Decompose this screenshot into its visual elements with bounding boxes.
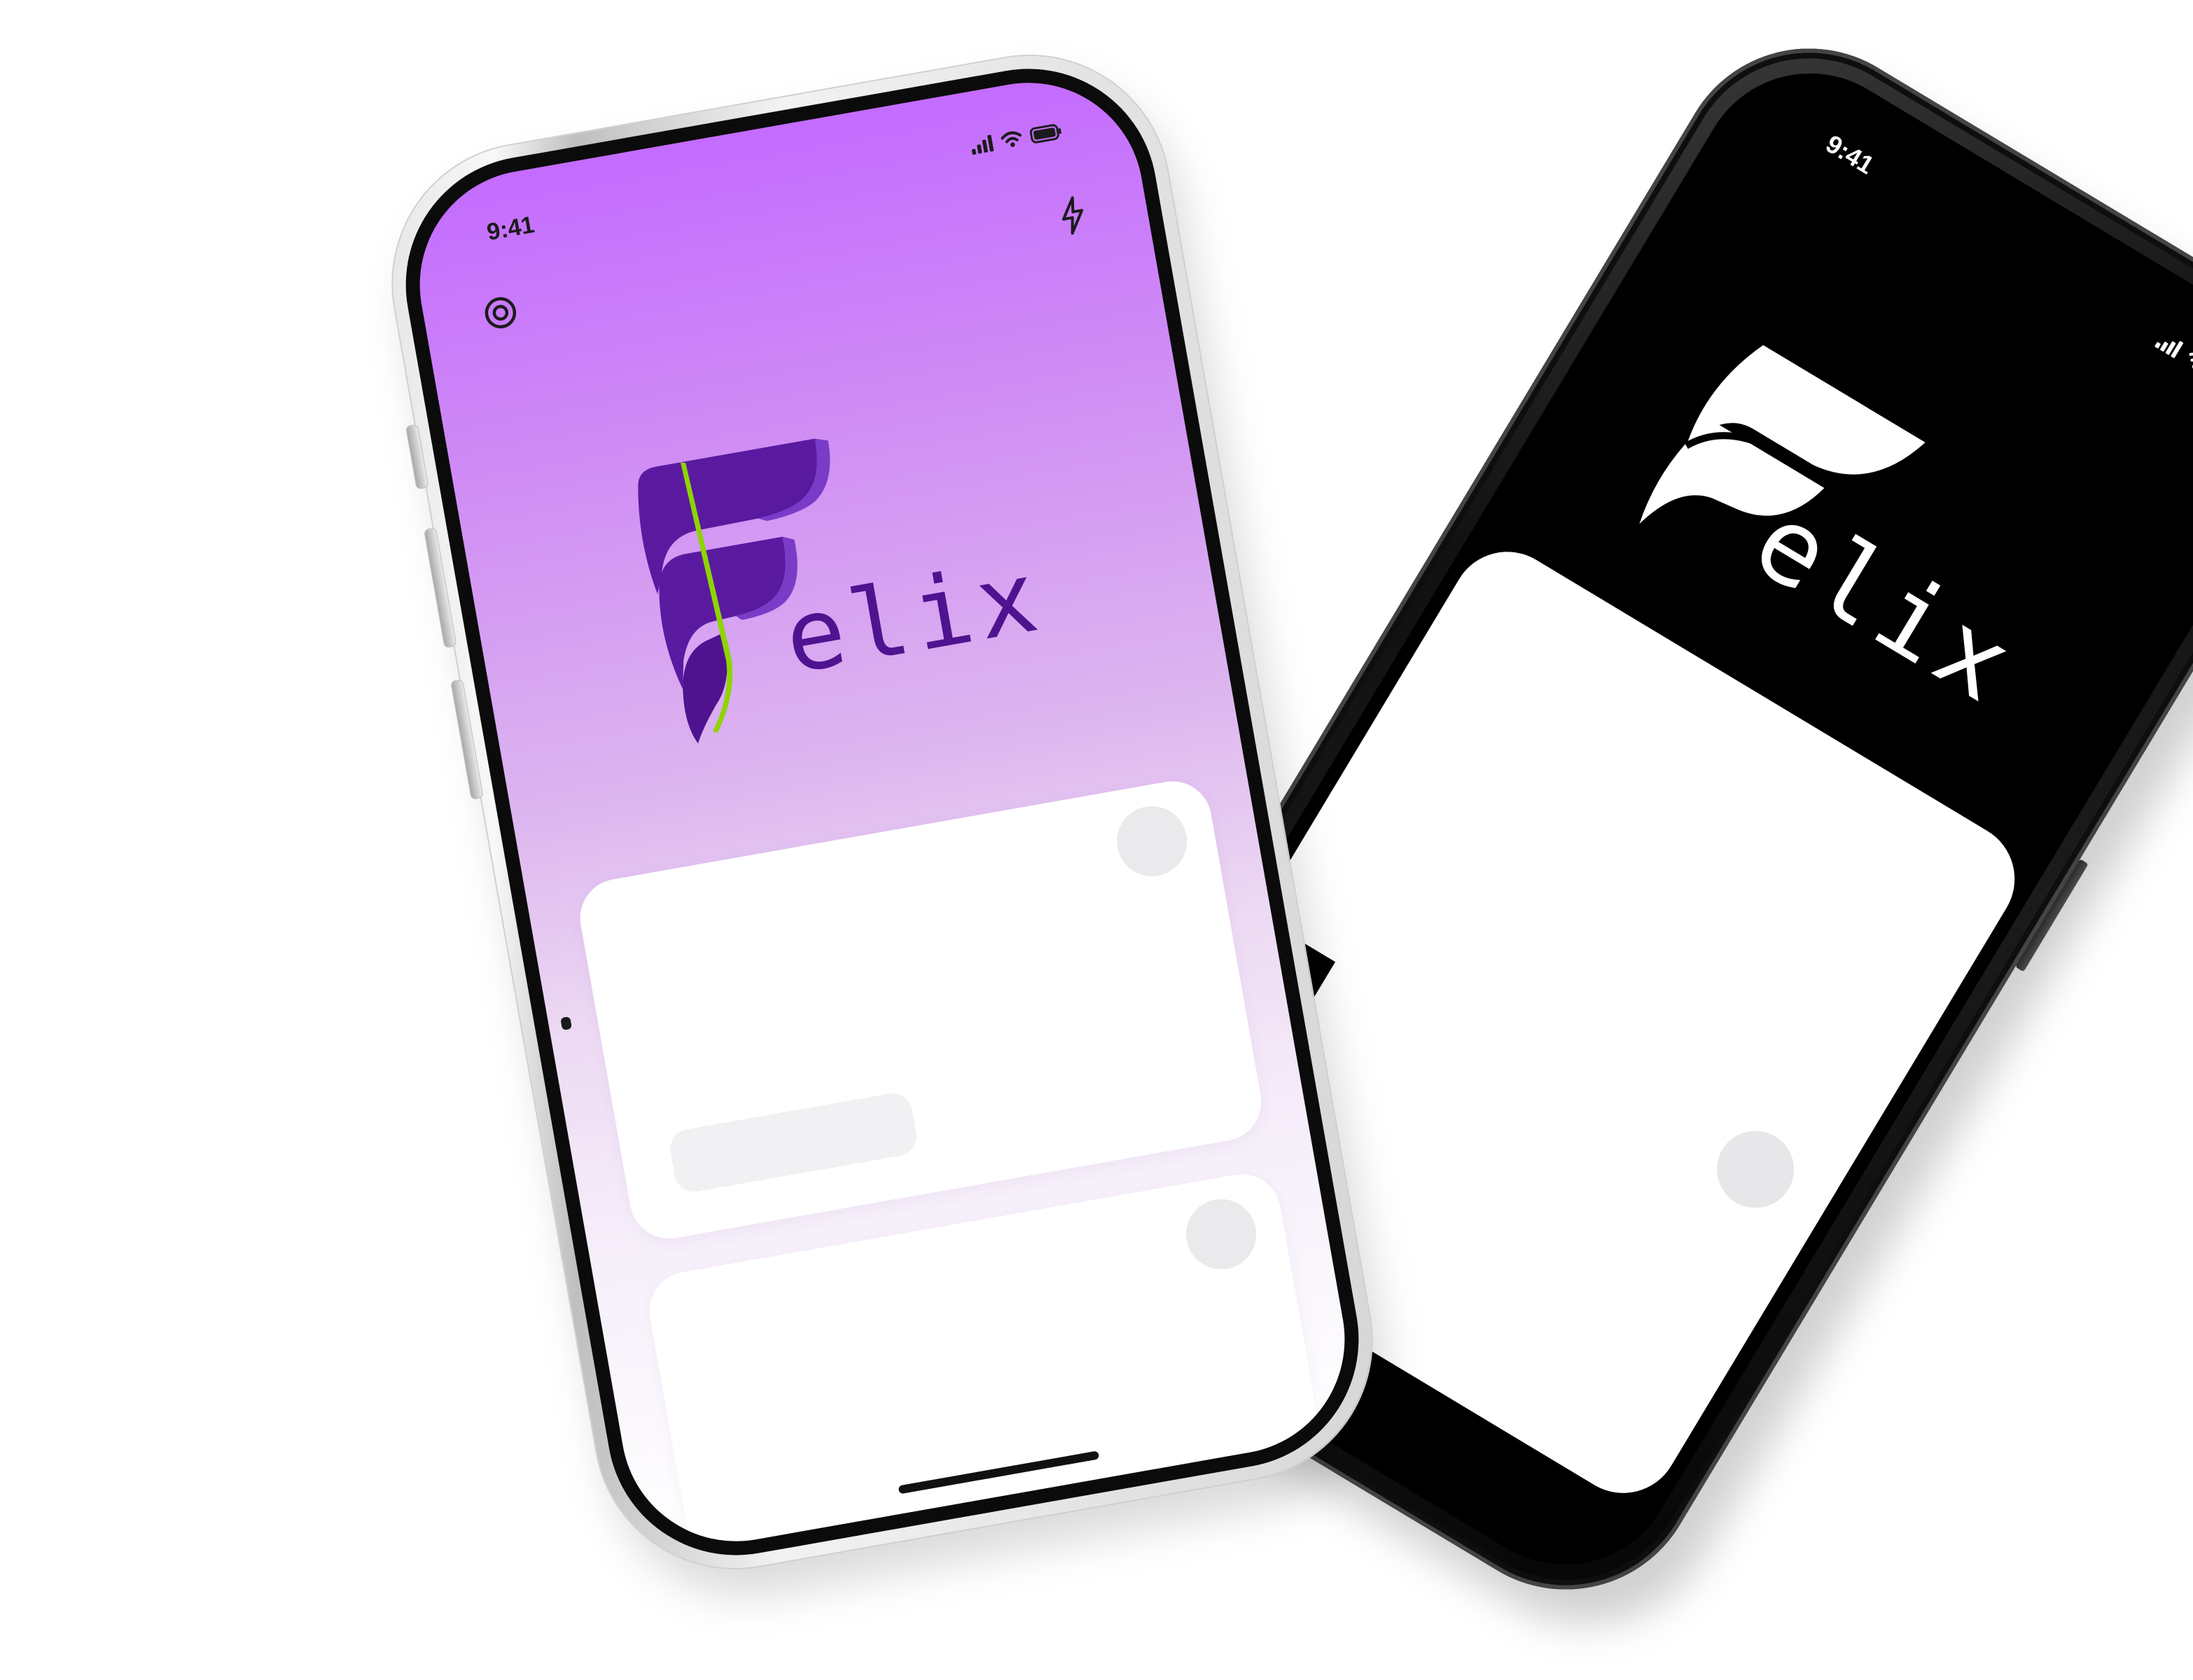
lightning-icon[interactable] bbox=[1054, 193, 1092, 237]
content-card-1[interactable] bbox=[573, 775, 1268, 1245]
wifi-icon bbox=[2189, 352, 2193, 370]
front-bezel: 9:41 elix bbox=[385, 48, 1379, 1576]
signal-icon bbox=[971, 134, 994, 155]
back-card-placeholder-circle bbox=[1702, 1116, 1809, 1222]
wifi-icon bbox=[1001, 131, 1022, 147]
front-status-icons bbox=[970, 122, 1064, 155]
card-placeholder-circle bbox=[1111, 800, 1193, 882]
target-icon[interactable] bbox=[480, 293, 521, 333]
front-phone: 9:41 elix bbox=[370, 34, 1394, 1590]
back-status-time: 9:41 bbox=[1820, 129, 1879, 180]
signal-icon bbox=[2154, 341, 2183, 358]
front-action-button bbox=[406, 424, 429, 489]
battery-icon bbox=[1029, 124, 1061, 144]
front-felix-logo: elix bbox=[607, 391, 1099, 758]
card-placeholder-pill bbox=[667, 1090, 920, 1195]
front-phone-screen: 9:41 elix bbox=[401, 64, 1363, 1560]
mockup-stage: 9:41 elix 9:41 elix bbox=[0, 0, 2193, 1680]
back-status-icons bbox=[2154, 331, 2193, 398]
front-status-time: 9:41 bbox=[485, 211, 537, 246]
card-placeholder-circle bbox=[1181, 1194, 1262, 1275]
